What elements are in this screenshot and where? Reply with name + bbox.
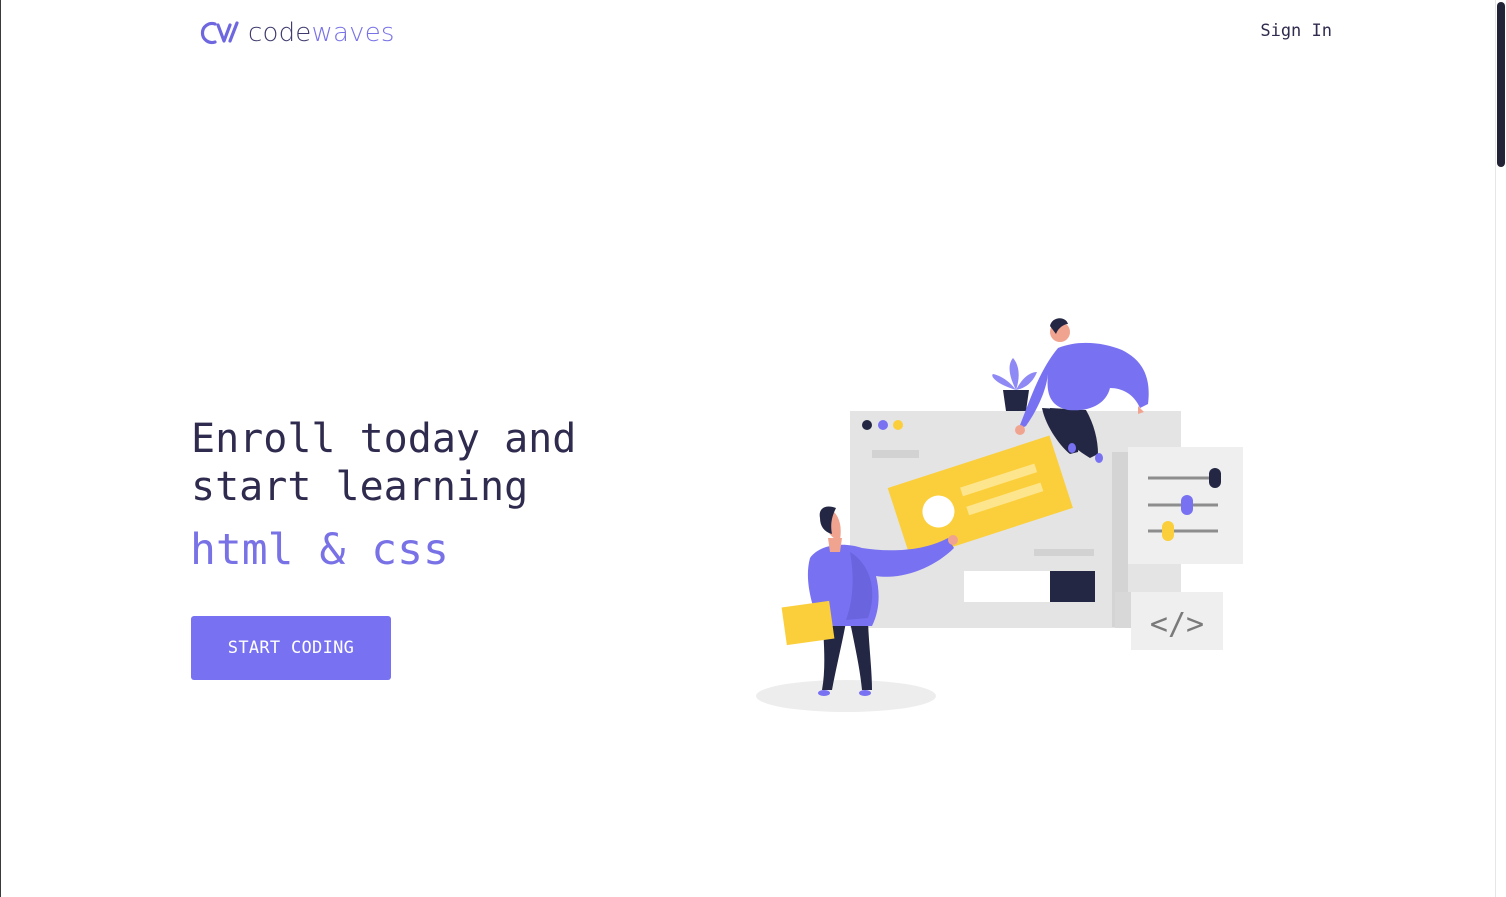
- start-coding-button[interactable]: START CODING: [191, 616, 391, 680]
- window-edge: [0, 0, 1, 897]
- logo-wordmark: codewaves: [248, 18, 395, 48]
- search-box-mock: [964, 571, 1052, 602]
- hero-subject: html & css: [190, 525, 449, 575]
- hero-illustration: </>: [756, 318, 1243, 712]
- hero-title: Enroll today and start learning: [191, 416, 577, 510]
- panel-line-2: [1034, 549, 1094, 556]
- slider-knob-navy: [1209, 468, 1221, 488]
- window-dot-yellow: [893, 420, 903, 430]
- search-button-mock: [1050, 571, 1095, 602]
- floor-shadow: [756, 680, 936, 712]
- plant-pot: [1003, 390, 1029, 411]
- plant-leaves: [992, 358, 1037, 390]
- logo-mark-icon: [200, 21, 239, 45]
- code-symbol: </>: [1150, 607, 1204, 642]
- yellow-folder: [781, 600, 835, 646]
- slider-knob-purple: [1181, 495, 1193, 515]
- window-dot-navy: [862, 420, 872, 430]
- logo-text-waves: waves: [311, 18, 395, 48]
- logo-text-code: code: [248, 18, 312, 48]
- site-logo[interactable]: codewaves: [200, 18, 395, 48]
- window-dot-purple: [878, 420, 888, 430]
- sign-in-link[interactable]: Sign In: [1260, 20, 1332, 42]
- slider-knob-yellow: [1162, 521, 1174, 541]
- code-card-shadow: [1115, 592, 1131, 628]
- scrollbar-thumb[interactable]: [1497, 2, 1505, 167]
- panel-line: [872, 450, 919, 458]
